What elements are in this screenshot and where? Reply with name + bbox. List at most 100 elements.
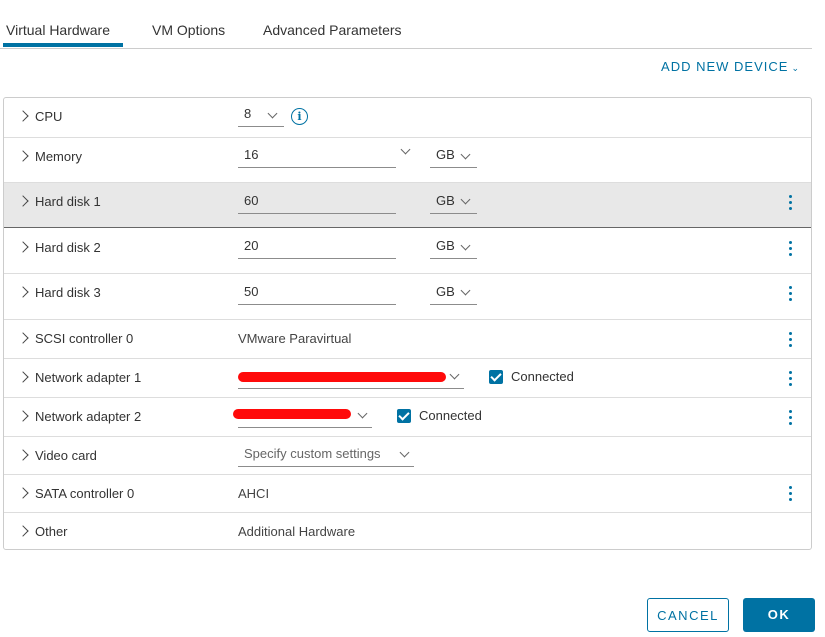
expand-scsi-controller-0[interactable]: SCSI controller 0 bbox=[17, 331, 134, 346]
chevron-down-icon bbox=[460, 285, 471, 296]
hard-disk-2-value: 20 bbox=[244, 238, 259, 253]
row-label-network-adapter-2: Network adapter 2 bbox=[35, 409, 142, 424]
chevron-right-icon bbox=[17, 332, 29, 344]
expand-other[interactable]: Other bbox=[17, 524, 68, 539]
info-icon[interactable]: i bbox=[291, 108, 308, 125]
expand-sata-controller-0[interactable]: SATA controller 0 bbox=[17, 486, 135, 501]
scsi-controller-type: VMware Paravirtual bbox=[238, 331, 352, 346]
row-network-adapter-2: Network adapter 2 Connected bbox=[4, 398, 811, 437]
chevron-down-icon bbox=[399, 447, 410, 458]
chevron-down-icon bbox=[460, 149, 471, 160]
memory-unit-select[interactable]: GB bbox=[430, 143, 477, 168]
more-actions-icon[interactable] bbox=[787, 241, 793, 256]
expand-cpu[interactable]: CPU bbox=[17, 109, 63, 124]
more-actions-icon[interactable] bbox=[787, 332, 793, 347]
more-actions-icon[interactable] bbox=[787, 410, 793, 425]
other-value: Additional Hardware bbox=[238, 524, 356, 539]
network-adapter-2-connected-checkbox[interactable] bbox=[397, 409, 411, 423]
network-adapter-1-connected-label: Connected bbox=[511, 369, 574, 384]
cpu-value: 8 bbox=[244, 106, 252, 121]
row-label-cpu: CPU bbox=[35, 109, 63, 124]
hard-disk-3-unit-select[interactable]: GB bbox=[430, 279, 477, 305]
row-label-sata-controller-0: SATA controller 0 bbox=[35, 486, 135, 501]
row-network-adapter-1: Network adapter 1 Connected bbox=[4, 359, 811, 398]
hard-disk-2-size-input[interactable]: 20 bbox=[238, 234, 396, 259]
more-actions-icon[interactable] bbox=[787, 286, 793, 301]
tab-virtual-hardware[interactable]: Virtual Hardware bbox=[6, 22, 110, 38]
memory-unit: GB bbox=[436, 147, 455, 162]
hard-disk-1-value: 60 bbox=[244, 193, 259, 208]
row-video-card: Video card Specify custom settings bbox=[4, 437, 811, 475]
chevron-right-icon bbox=[17, 487, 29, 499]
add-new-device-label: ADD NEW DEVICE bbox=[661, 59, 789, 74]
hard-disk-1-size-input[interactable]: 60 bbox=[238, 188, 396, 214]
chevron-right-icon bbox=[17, 286, 29, 298]
hard-disk-1-unit: GB bbox=[436, 193, 455, 208]
network-adapter-1-select[interactable] bbox=[238, 364, 464, 389]
expand-network-adapter-1[interactable]: Network adapter 1 bbox=[17, 370, 142, 385]
video-card-value: Specify custom settings bbox=[244, 446, 381, 461]
redaction-mark bbox=[238, 372, 446, 382]
row-hard-disk-3: Hard disk 3 50 GB bbox=[4, 274, 811, 320]
expand-network-adapter-2[interactable]: Network adapter 2 bbox=[17, 409, 142, 424]
chevron-right-icon bbox=[17, 449, 29, 461]
tab-advanced-parameters[interactable]: Advanced Parameters bbox=[263, 22, 402, 38]
hard-disk-2-unit: GB bbox=[436, 238, 455, 253]
row-label-memory: Memory bbox=[35, 149, 82, 164]
expand-hard-disk-3[interactable]: Hard disk 3 bbox=[17, 285, 101, 300]
chevron-right-icon bbox=[17, 525, 29, 537]
ok-button[interactable]: OK bbox=[743, 598, 815, 632]
row-label-hard-disk-1: Hard disk 1 bbox=[35, 194, 101, 209]
expand-hard-disk-1[interactable]: Hard disk 1 bbox=[17, 194, 101, 209]
more-actions-icon[interactable] bbox=[787, 371, 793, 386]
row-scsi-controller-0: SCSI controller 0 VMware Paravirtual bbox=[4, 320, 811, 359]
chevron-down-icon[interactable] bbox=[400, 144, 411, 155]
chevron-down-icon: ⌄ bbox=[791, 63, 799, 73]
row-label-scsi-controller-0: SCSI controller 0 bbox=[35, 331, 134, 346]
hard-disk-3-value: 50 bbox=[244, 284, 259, 299]
sata-controller-type: AHCI bbox=[238, 486, 270, 501]
chevron-right-icon bbox=[17, 241, 29, 253]
expand-hard-disk-2[interactable]: Hard disk 2 bbox=[17, 240, 101, 255]
network-adapter-2-select[interactable] bbox=[233, 403, 372, 428]
row-sata-controller-0: SATA controller 0 AHCI bbox=[4, 475, 811, 513]
hardware-table: CPU 8 i Memory 16 GB Hard disk 1 60 GB H… bbox=[3, 97, 812, 550]
more-actions-icon[interactable] bbox=[787, 195, 793, 210]
chevron-right-icon bbox=[17, 110, 29, 122]
expand-video-card[interactable]: Video card bbox=[17, 448, 97, 463]
hard-disk-1-unit-select[interactable]: GB bbox=[430, 188, 477, 214]
chevron-down-icon bbox=[267, 108, 278, 119]
row-hard-disk-2: Hard disk 2 20 GB bbox=[4, 229, 811, 274]
tab-bar: Virtual Hardware VM Options Advanced Par… bbox=[0, 0, 812, 49]
hard-disk-3-size-input[interactable]: 50 bbox=[238, 279, 396, 305]
chevron-right-icon bbox=[17, 195, 29, 207]
hard-disk-2-unit-select[interactable]: GB bbox=[430, 234, 477, 259]
expand-memory[interactable]: Memory bbox=[17, 149, 82, 164]
chevron-right-icon bbox=[17, 371, 29, 383]
row-memory: Memory 16 GB bbox=[4, 138, 811, 183]
row-label-hard-disk-2: Hard disk 2 bbox=[35, 240, 101, 255]
chevron-right-icon bbox=[17, 410, 29, 422]
redaction-mark bbox=[233, 409, 351, 419]
tab-vm-options[interactable]: VM Options bbox=[152, 22, 225, 38]
chevron-down-icon bbox=[460, 194, 471, 205]
row-other: Other Additional Hardware bbox=[4, 513, 811, 549]
row-label-hard-disk-3: Hard disk 3 bbox=[35, 285, 101, 300]
row-hard-disk-1: Hard disk 1 60 GB bbox=[4, 183, 811, 228]
row-label-other: Other bbox=[35, 524, 68, 539]
chevron-down-icon bbox=[460, 240, 471, 251]
more-actions-icon[interactable] bbox=[787, 486, 793, 501]
hard-disk-3-unit: GB bbox=[436, 284, 455, 299]
memory-value: 16 bbox=[244, 147, 259, 162]
network-adapter-1-connected-checkbox[interactable] bbox=[489, 370, 503, 384]
cpu-select[interactable]: 8 bbox=[238, 104, 284, 127]
chevron-right-icon bbox=[17, 150, 29, 162]
row-cpu: CPU 8 i bbox=[4, 98, 811, 138]
network-adapter-2-connected-label: Connected bbox=[419, 408, 482, 423]
video-card-select[interactable]: Specify custom settings bbox=[238, 442, 414, 467]
add-new-device-button[interactable]: ADD NEW DEVICE ⌄ bbox=[661, 59, 799, 74]
chevron-down-icon bbox=[449, 369, 460, 380]
row-label-network-adapter-1: Network adapter 1 bbox=[35, 370, 142, 385]
memory-input[interactable]: 16 bbox=[238, 143, 396, 168]
cancel-button[interactable]: CANCEL bbox=[647, 598, 729, 632]
